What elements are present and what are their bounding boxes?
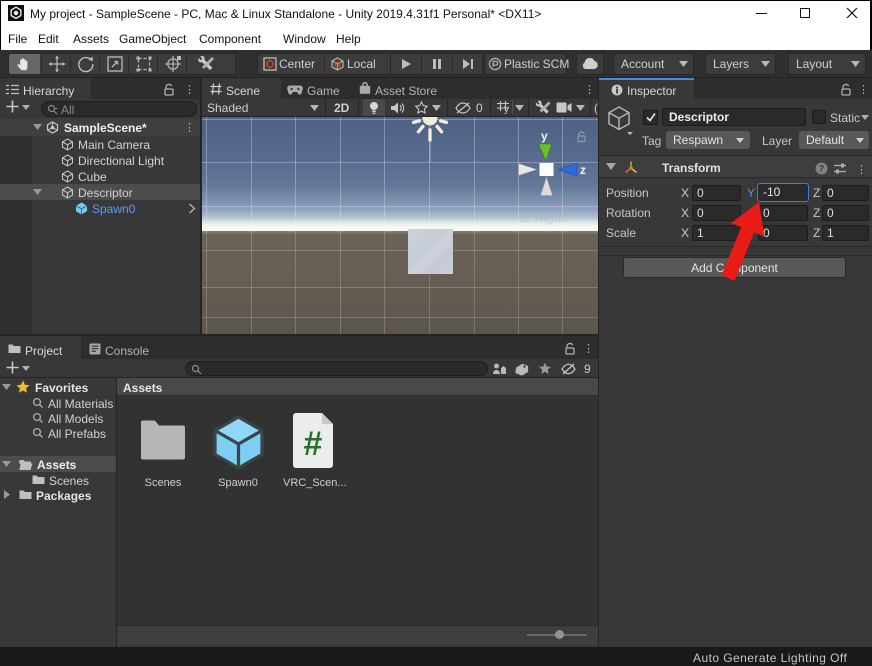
svg-text:z: z [580, 163, 586, 177]
svg-text:#: # [304, 425, 323, 463]
svg-text:?: ? [819, 164, 825, 174]
svg-text:y: y [541, 129, 548, 143]
